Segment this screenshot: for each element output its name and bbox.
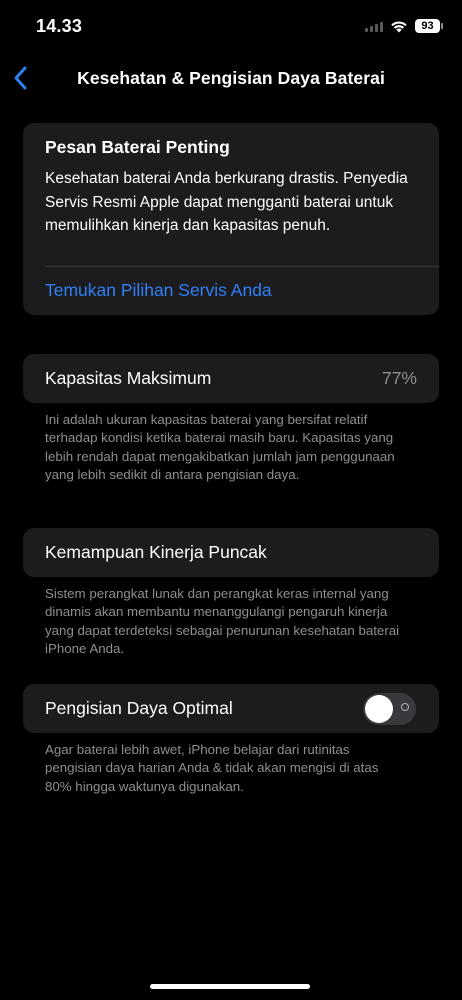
battery-icon: 93 [415, 19, 443, 33]
important-battery-message-card: Pesan Baterai Penting Kesehatan baterai … [23, 123, 439, 315]
wifi-icon [391, 21, 407, 33]
find-service-options-link[interactable]: Temukan Pilihan Servis Anda [45, 280, 272, 301]
maximum-capacity-footnote: Ini adalah ukuran kapasitas baterai yang… [45, 412, 395, 482]
status-time: 14.33 [36, 16, 83, 36]
toggle-knob [365, 695, 393, 723]
toggle-off-indicator-icon [401, 703, 409, 711]
maximum-capacity-label: Kapasitas Maksimum [45, 368, 212, 388]
optimized-charging-toggle[interactable] [363, 693, 416, 725]
peak-performance-row: Kemampuan Kinerja Puncak [23, 528, 439, 577]
maximum-capacity-row: Kapasitas Maksimum 77% [23, 354, 439, 403]
maximum-capacity-value: 77% [381, 368, 417, 388]
page-title: Kesehatan & Pengisian Daya Baterai [77, 68, 385, 88]
message-body: Kesehatan baterai Anda berkurang drastis… [45, 170, 408, 234]
home-indicator[interactable] [150, 984, 310, 989]
navigation-bar: Kesehatan & Pengisian Daya Baterai [0, 54, 462, 102]
message-title: Pesan Baterai Penting [45, 137, 230, 157]
optimized-charging-label: Pengisian Daya Optimal [45, 698, 233, 718]
peak-performance-label: Kemampuan Kinerja Puncak [45, 542, 267, 562]
cellular-signal-icon [365, 21, 383, 32]
divider [45, 266, 439, 267]
optimized-charging-row: Pengisian Daya Optimal [23, 684, 439, 733]
status-icons: 93 [365, 17, 443, 35]
status-bar: 14.33 93 [0, 0, 462, 54]
optimized-charging-footnote: Agar baterai lebih awet, iPhone belajar … [45, 742, 379, 794]
peak-performance-footnote: Sistem perangkat lunak dan perangkat ker… [45, 586, 400, 656]
